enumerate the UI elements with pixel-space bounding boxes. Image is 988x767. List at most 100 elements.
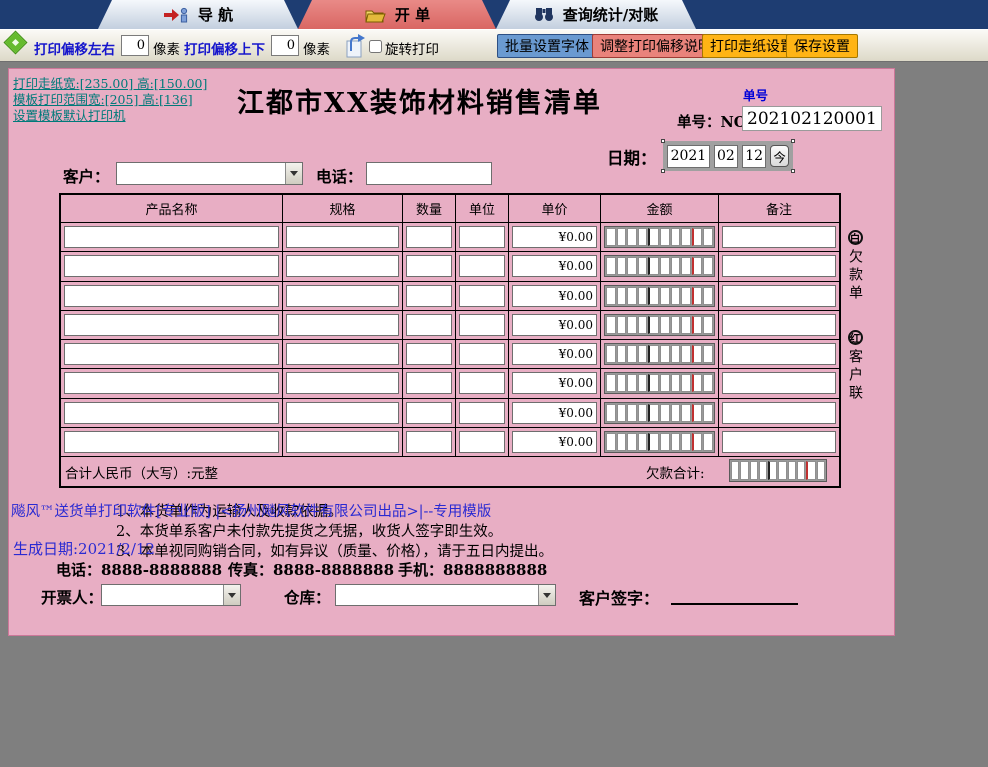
- tab-query-stats[interactable]: 查询统计/对账: [496, 0, 696, 29]
- binoculars-icon: [534, 7, 554, 22]
- table-row: [61, 340, 839, 370]
- note-input[interactable]: [722, 284, 836, 307]
- unit-price-input[interactable]: [512, 284, 597, 307]
- quantity-input[interactable]: [406, 401, 452, 424]
- spec-select[interactable]: [286, 313, 399, 336]
- spec-select[interactable]: [286, 255, 399, 278]
- contact-phone: 电话：8888-8888888: [56, 561, 223, 579]
- unit-select[interactable]: [459, 343, 505, 366]
- unit-select[interactable]: [459, 313, 505, 336]
- unit-select[interactable]: [459, 430, 505, 453]
- offset-lr-input[interactable]: [121, 35, 149, 56]
- note-input[interactable]: [722, 372, 836, 395]
- note-input[interactable]: [722, 401, 836, 424]
- note-input[interactable]: [722, 343, 836, 366]
- unit-price-input[interactable]: [512, 226, 597, 249]
- tab-billing[interactable]: 开 单: [298, 0, 496, 29]
- copy-label: 客户联: [847, 349, 863, 403]
- issuer-select[interactable]: [101, 584, 241, 606]
- unit-price-input[interactable]: [512, 255, 597, 278]
- product-select[interactable]: [64, 284, 279, 307]
- chevron-down-icon: [538, 585, 555, 605]
- spec-select[interactable]: [286, 372, 399, 395]
- date-control: 2021 02 12 今: [661, 139, 795, 173]
- quantity-input[interactable]: [406, 343, 452, 366]
- spec-select[interactable]: [286, 343, 399, 366]
- phone-input[interactable]: [366, 162, 492, 185]
- white-copy-badge: 白: [847, 230, 863, 245]
- order-no-input[interactable]: [742, 106, 882, 131]
- spec-select[interactable]: [286, 226, 399, 249]
- product-select[interactable]: [64, 372, 279, 395]
- product-select[interactable]: [64, 430, 279, 453]
- quantity-input[interactable]: [406, 255, 452, 278]
- batch-font-button[interactable]: 批量设置字体: [497, 34, 597, 58]
- quantity-input[interactable]: [406, 430, 452, 453]
- tab-label: 查询统计/对账: [562, 6, 659, 24]
- product-select[interactable]: [64, 401, 279, 424]
- note-input[interactable]: [722, 430, 836, 453]
- product-select[interactable]: [64, 313, 279, 336]
- quantity-input[interactable]: [406, 313, 452, 336]
- chevron-down-icon: [285, 163, 302, 184]
- arrears-total-label: 欠款合计:: [646, 466, 705, 482]
- table-header-cell: 产品名称: [61, 195, 283, 223]
- unit-price-input[interactable]: [512, 430, 597, 453]
- table-header-cell: 单位: [456, 195, 509, 223]
- amount-grid: [604, 343, 715, 366]
- date-year-box[interactable]: 2021: [667, 144, 710, 168]
- items-table: 产品名称 规格 数量 单位 单价 金额 备注 ¥0.00 ¥0.00 ¥0.00…: [59, 193, 841, 488]
- today-button[interactable]: 今: [770, 145, 789, 167]
- term-3: 3、本单视同购销合同，如有异议（质量、价格），请于五日内提出。: [116, 544, 553, 560]
- unit-price-input[interactable]: [512, 372, 597, 395]
- red-copy-badge: 红: [847, 330, 863, 345]
- rotate-print-checkbox[interactable]: [369, 40, 382, 53]
- table-summary-row: 合计人民币（大写）:元整 欠款合计:: [61, 457, 839, 484]
- unit-price-input[interactable]: [512, 343, 597, 366]
- date-month-box[interactable]: 02: [713, 144, 739, 168]
- offset-ud-input[interactable]: [271, 35, 299, 56]
- spec-select[interactable]: [286, 401, 399, 424]
- amount-grid: [604, 401, 715, 424]
- rotate-print-icon: [344, 33, 366, 59]
- date-day-box[interactable]: 12: [742, 144, 767, 168]
- product-select[interactable]: [64, 343, 279, 366]
- quantity-input[interactable]: [406, 226, 452, 249]
- note-input[interactable]: [722, 313, 836, 336]
- product-select[interactable]: [64, 226, 279, 249]
- unit-select[interactable]: [459, 372, 505, 395]
- table-header-cell: 数量: [403, 195, 456, 223]
- spec-select[interactable]: [286, 284, 399, 307]
- save-settings-button[interactable]: 保存设置: [786, 34, 858, 58]
- warehouse-select[interactable]: [335, 584, 556, 606]
- note-input[interactable]: [722, 226, 836, 249]
- unit-select[interactable]: [459, 226, 505, 249]
- default-printer-link[interactable]: 设置模板默认打印机: [13, 105, 126, 124]
- note-input[interactable]: [722, 255, 836, 278]
- rotate-print-label: 旋转打印: [385, 42, 439, 58]
- quantity-input[interactable]: [406, 372, 452, 395]
- table-header-cell: 规格: [283, 195, 403, 223]
- unit-price-input[interactable]: [512, 313, 597, 336]
- spec-select[interactable]: [286, 430, 399, 453]
- product-select[interactable]: [64, 255, 279, 278]
- copy-customer: 红 客户联: [845, 327, 865, 403]
- unit-select[interactable]: [459, 284, 505, 307]
- quantity-input[interactable]: [406, 284, 452, 307]
- tab-navigation[interactable]: 导 航: [98, 0, 298, 29]
- unit-select[interactable]: [459, 401, 505, 424]
- adjust-offset-button[interactable]: 调整打印偏移说明: [592, 34, 720, 58]
- contact-mobile: 手机：8888888888: [398, 561, 548, 579]
- app-window: 导 航 开 单 查询统计/对账 打印偏移左右 0 像素 打印偏移上下 0 像素 …: [0, 0, 988, 767]
- signature-line: [671, 584, 798, 605]
- generated-date: 生成日期:2021/2/12: [13, 540, 155, 558]
- issuer-label: 开票人：: [41, 588, 104, 607]
- date-label: 日期：: [607, 149, 657, 168]
- offset-ud-label: 打印偏移上下: [184, 42, 265, 58]
- table-row: [61, 252, 839, 282]
- unit-select[interactable]: [459, 255, 505, 278]
- table-row: [61, 369, 839, 399]
- nav-arrow-person-icon: [163, 7, 189, 23]
- customer-select[interactable]: [116, 162, 303, 185]
- unit-price-input[interactable]: [512, 401, 597, 424]
